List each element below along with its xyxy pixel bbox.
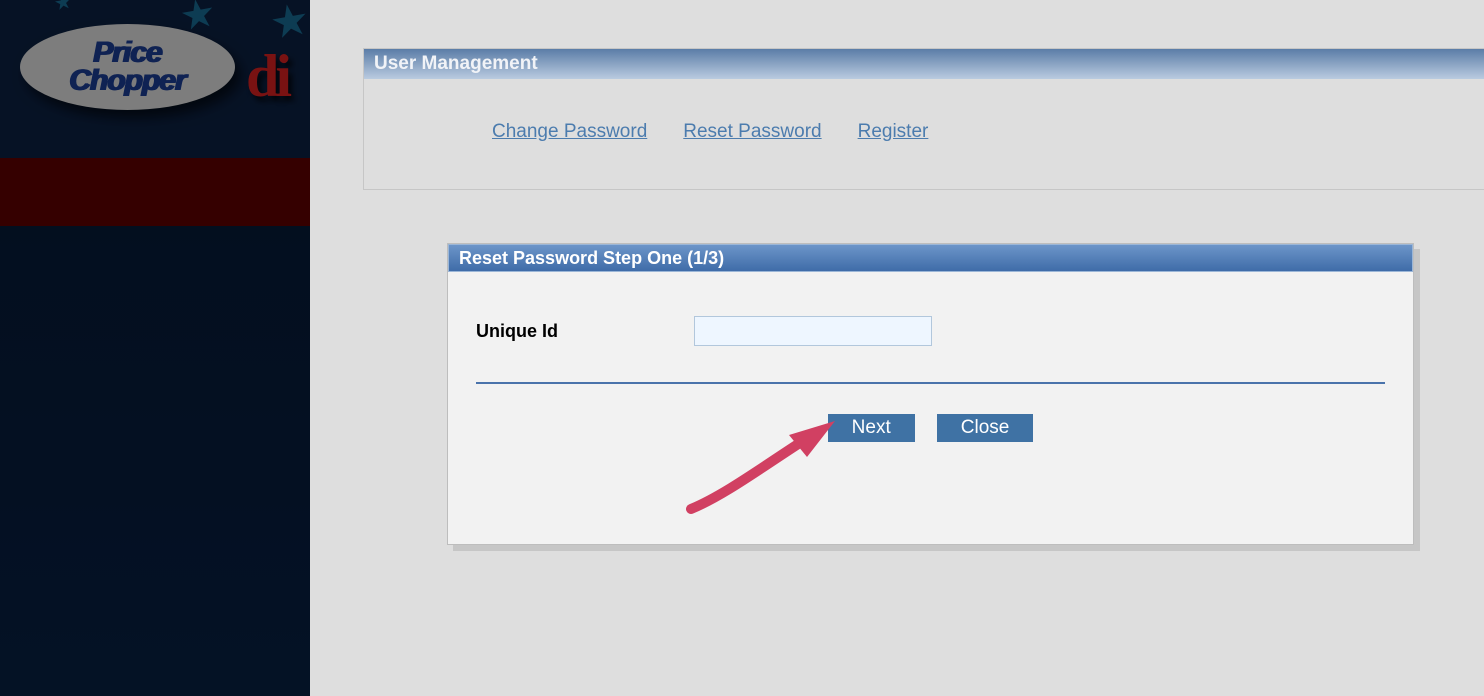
reset-password-body: Unique Id Next Close — [448, 272, 1413, 544]
unique-id-input[interactable] — [694, 316, 932, 346]
button-row: Next Close — [476, 414, 1385, 442]
unique-id-row: Unique Id — [476, 316, 1385, 346]
user-management-title: User Management — [364, 49, 1484, 79]
unique-id-label: Unique Id — [476, 321, 694, 342]
divider — [476, 382, 1385, 384]
main-content: User Management Change Password Reset Pa… — [310, 0, 1484, 696]
reset-password-panel: Reset Password Step One (1/3) Unique Id … — [447, 243, 1414, 545]
user-management-links: Change Password Reset Password Register — [364, 79, 1484, 189]
next-button[interactable]: Next — [828, 414, 915, 442]
left-sidebar: ★ ★ ★ Price Chopper di — [0, 0, 310, 696]
user-management-panel: User Management Change Password Reset Pa… — [363, 48, 1484, 190]
modal-backdrop — [0, 0, 310, 696]
close-button[interactable]: Close — [937, 414, 1034, 442]
reset-password-title: Reset Password Step One (1/3) — [448, 244, 1413, 272]
register-link[interactable]: Register — [858, 121, 929, 143]
reset-password-panel-wrap: Reset Password Step One (1/3) Unique Id … — [447, 243, 1414, 545]
reset-password-link[interactable]: Reset Password — [683, 121, 821, 143]
change-password-link[interactable]: Change Password — [492, 121, 647, 143]
